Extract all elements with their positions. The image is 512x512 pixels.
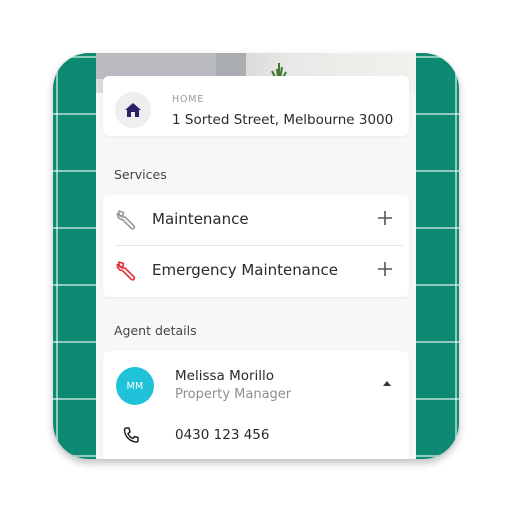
phone-icon: [123, 427, 139, 443]
service-label: Emergency Maintenance: [152, 261, 338, 279]
services-card: Maintenance Emergency Maintenance: [103, 195, 409, 297]
app-icon-tile: HOME 1 Sorted Street, Melbourne 3000 Ser…: [53, 53, 459, 459]
home-label: HOME: [172, 94, 205, 105]
wrench-icon: [116, 261, 136, 281]
phone-screen: HOME 1 Sorted Street, Melbourne 3000 Ser…: [96, 53, 416, 459]
service-item-maintenance[interactable]: Maintenance: [103, 195, 409, 245]
caret-up-icon[interactable]: [382, 379, 392, 387]
agent-phone-number[interactable]: 0430 123 456: [175, 427, 269, 443]
plus-icon[interactable]: [375, 259, 395, 279]
agent-role: Property Manager: [175, 387, 292, 402]
wrench-icon: [116, 210, 136, 230]
agent-section-title: Agent details: [114, 323, 197, 338]
service-label: Maintenance: [152, 210, 249, 228]
home-card[interactable]: HOME 1 Sorted Street, Melbourne 3000: [103, 76, 409, 136]
home-address: 1 Sorted Street, Melbourne 3000: [172, 112, 394, 128]
services-section-title: Services: [114, 167, 167, 182]
service-item-emergency-maintenance[interactable]: Emergency Maintenance: [103, 246, 409, 296]
avatar: MM: [116, 367, 154, 405]
plus-icon[interactable]: [375, 208, 395, 228]
home-icon: [115, 92, 151, 128]
agent-name: Melissa Morillo: [175, 368, 275, 384]
agent-card: MM Melissa Morillo Property Manager 0430…: [103, 351, 409, 459]
